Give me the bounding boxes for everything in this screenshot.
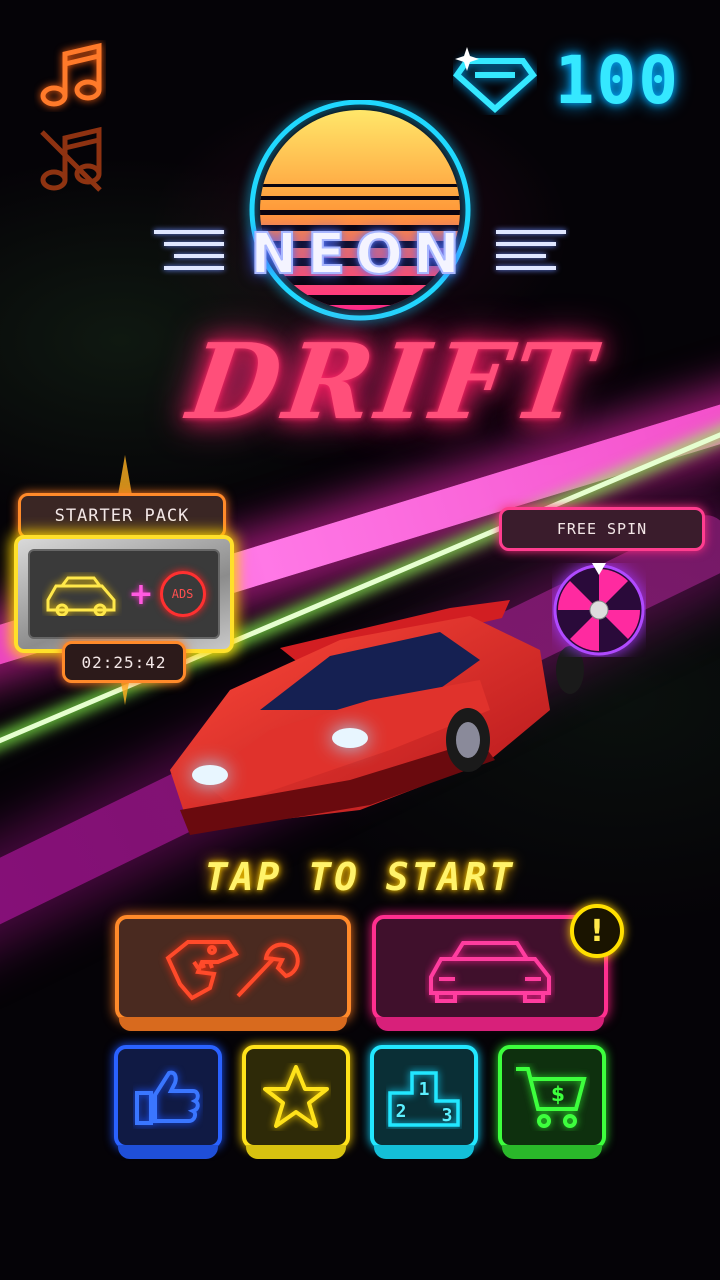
logo-drift-text: DRIFT	[181, 320, 606, 443]
free-spin[interactable]: FREE SPIN	[497, 505, 707, 665]
podium-icon: 1 2 3	[388, 1071, 460, 1127]
like-button[interactable]	[114, 1045, 222, 1159]
star-icon	[263, 1065, 329, 1128]
music-note-icon	[40, 42, 102, 107]
plus-icon: +	[128, 576, 154, 612]
ads-badge: ADS	[159, 571, 206, 617]
thumbs-up-icon	[135, 1070, 200, 1125]
free-spin-label: FREE SPIN	[499, 507, 705, 551]
music-on-button[interactable]	[30, 36, 110, 116]
music-off-button[interactable]	[30, 120, 110, 200]
car-icon	[46, 576, 116, 616]
leaderboard-button[interactable]: 1 2 3	[370, 1045, 478, 1159]
starter-pack-box[interactable]: + ADS	[14, 535, 234, 653]
starter-pack-timer: 02:25:42	[62, 641, 186, 683]
podium-second: 2	[396, 1101, 407, 1122]
gem-count: 100	[554, 41, 680, 119]
new-car-alert-badge: !	[570, 904, 624, 958]
shopping-cart-icon: $	[516, 1067, 587, 1128]
dino-wrench-icon	[165, 940, 300, 1001]
rate-button[interactable]	[242, 1045, 350, 1159]
podium-first: 1	[419, 1079, 430, 1100]
logo-neon-text: NEON	[249, 221, 470, 288]
game-scene[interactable]: 100 NEON DRIFT STARTER PACK + ADS 02:25:…	[0, 0, 720, 1280]
shop-button[interactable]: $	[498, 1045, 606, 1159]
tap-to-start-prompt[interactable]: TAP TO START	[0, 855, 720, 899]
spin-wheel-icon[interactable]	[552, 563, 646, 657]
starter-pack-title: STARTER PACK	[18, 493, 226, 539]
music-muted-icon	[40, 126, 102, 192]
starter-pack-offer[interactable]: STARTER PACK + ADS 02:25:42	[10, 455, 240, 705]
podium-third: 3	[442, 1105, 453, 1126]
dollar-sign: $	[551, 1082, 565, 1106]
car-icon	[429, 941, 551, 1003]
garage-upgrade-button[interactable]	[115, 915, 351, 1031]
